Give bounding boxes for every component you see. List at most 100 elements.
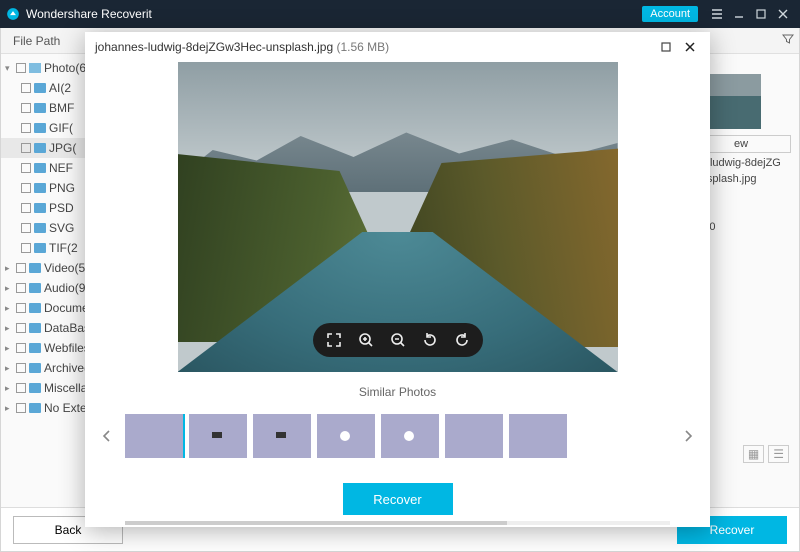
zoom-out-icon[interactable] <box>389 331 407 349</box>
carousel-prev-icon[interactable] <box>99 429 115 443</box>
thumbnail[interactable] <box>381 414 439 458</box>
thumbnail[interactable] <box>125 414 183 458</box>
thumbnail[interactable] <box>509 414 567 458</box>
thumbnail[interactable] <box>253 414 311 458</box>
carousel-scrollbar[interactable] <box>125 521 670 525</box>
checkbox[interactable] <box>21 103 31 113</box>
checkbox[interactable] <box>21 203 31 213</box>
thumbnail[interactable] <box>189 414 247 458</box>
checkbox[interactable] <box>16 63 26 73</box>
checkbox[interactable] <box>16 403 26 413</box>
tree-label: SVG <box>49 221 74 235</box>
view-mode-toggle[interactable]: ▦ ☰ <box>743 445 789 463</box>
tree-label: GIF( <box>49 121 73 135</box>
checkbox[interactable] <box>16 303 26 313</box>
rotate-left-icon[interactable] <box>421 331 439 349</box>
tree-item[interactable]: ▸DataBas <box>1 318 95 338</box>
list-view-icon[interactable]: ☰ <box>768 445 789 463</box>
tree-item[interactable]: ▸Docume <box>1 298 95 318</box>
caret-right-icon: ▸ <box>5 403 13 414</box>
app-title: Wondershare Recoverit <box>26 7 642 21</box>
caret-right-icon: ▸ <box>5 383 13 394</box>
tree-item[interactable]: ▸Audio(9 <box>1 278 95 298</box>
thumbnail[interactable] <box>317 414 375 458</box>
similar-photos-label: Similar Photos <box>85 381 710 401</box>
tree-label: AI(2 <box>49 81 71 95</box>
checkbox[interactable] <box>16 363 26 373</box>
tree-label: PSD <box>49 201 74 215</box>
folder-icon <box>29 383 41 393</box>
tree-label: TIF(2 <box>49 241 78 255</box>
rotate-right-icon[interactable] <box>453 331 471 349</box>
tree-item[interactable]: ▸ Miscella <box>1 378 95 398</box>
dialog-recover-button[interactable]: Recover <box>343 483 453 515</box>
folder-icon <box>29 303 41 313</box>
tree-item[interactable]: JPG( <box>1 138 95 158</box>
tree-root-photo[interactable]: ▾ Photo(6 <box>1 58 95 78</box>
tree-label: PNG <box>49 181 75 195</box>
tree-item[interactable]: ▸Archive( <box>1 358 95 378</box>
tree-label: No Exte <box>44 401 87 415</box>
folder-icon <box>29 263 41 273</box>
dialog-maximize-button[interactable] <box>656 37 676 57</box>
minimize-button[interactable] <box>728 3 750 25</box>
checkbox[interactable] <box>21 83 31 93</box>
tree-label: Miscella <box>44 381 87 395</box>
tree-item[interactable]: ▸Webfiles <box>1 338 95 358</box>
tree-item[interactable]: AI(2 <box>1 78 95 98</box>
tree-item[interactable]: TIF(2 <box>1 238 95 258</box>
checkbox[interactable] <box>21 163 31 173</box>
filename-text: johannes-ludwig-8dejZGw3Hec-unsplash.jpg <box>95 40 333 54</box>
titlebar: Wondershare Recoverit Account <box>0 0 800 28</box>
caret-right-icon: ▸ <box>5 323 13 334</box>
checkbox[interactable] <box>16 323 26 333</box>
preview-dialog: johannes-ludwig-8dejZGw3Hec-unsplash.jpg… <box>85 32 710 527</box>
folder-icon <box>34 203 46 213</box>
caret-right-icon: ▸ <box>5 363 13 374</box>
dialog-close-button[interactable] <box>680 37 700 57</box>
filter-icon[interactable] <box>777 33 799 48</box>
folder-icon <box>34 123 46 133</box>
sidebar-tree[interactable]: ▾ Photo(6 AI(2 BMF GIF( JPG(NEF PNG PSD SVG TIF… <box>1 54 96 507</box>
dialog-body <box>85 62 710 381</box>
checkbox[interactable] <box>21 123 31 133</box>
zoom-in-icon[interactable] <box>357 331 375 349</box>
tree-item[interactable]: BMF <box>1 98 95 118</box>
image-toolbar <box>313 323 483 357</box>
checkbox[interactable] <box>21 223 31 233</box>
checkbox[interactable] <box>21 143 31 153</box>
file-path-tab[interactable]: File Path <box>1 34 72 48</box>
carousel-next-icon[interactable] <box>680 429 696 443</box>
thumbnail-strip[interactable] <box>125 414 670 458</box>
checkbox[interactable] <box>16 283 26 293</box>
checkbox[interactable] <box>16 343 26 353</box>
tree-item[interactable]: ▸Video(53 <box>1 258 95 278</box>
tree-item[interactable]: GIF( <box>1 118 95 138</box>
checkbox[interactable] <box>21 183 31 193</box>
folder-icon <box>34 223 46 233</box>
account-button[interactable]: Account <box>642 6 698 22</box>
dialog-footer: Recover <box>85 471 710 527</box>
checkbox[interactable] <box>16 263 26 273</box>
filesize-text: (1.56 MB) <box>336 40 389 54</box>
folder-icon <box>29 343 41 353</box>
tree-item[interactable]: NEF <box>1 158 95 178</box>
thumbnail-carousel <box>85 401 710 471</box>
tree-label: Webfiles <box>44 341 90 355</box>
checkbox[interactable] <box>21 243 31 253</box>
grid-view-icon[interactable]: ▦ <box>743 445 764 463</box>
tree-item[interactable]: PNG <box>1 178 95 198</box>
tree-item[interactable]: PSD <box>1 198 95 218</box>
close-button[interactable] <box>772 3 794 25</box>
thumbnail[interactable] <box>445 414 503 458</box>
folder-icon <box>29 403 41 413</box>
tree-item[interactable]: SVG <box>1 218 95 238</box>
folder-icon <box>29 323 41 333</box>
folder-icon <box>34 103 46 113</box>
menu-button[interactable] <box>706 3 728 25</box>
folder-icon <box>34 83 46 93</box>
maximize-button[interactable] <box>750 3 772 25</box>
checkbox[interactable] <box>16 383 26 393</box>
tree-item[interactable]: ▸ No Exte <box>1 398 95 418</box>
fit-screen-icon[interactable] <box>325 331 343 349</box>
